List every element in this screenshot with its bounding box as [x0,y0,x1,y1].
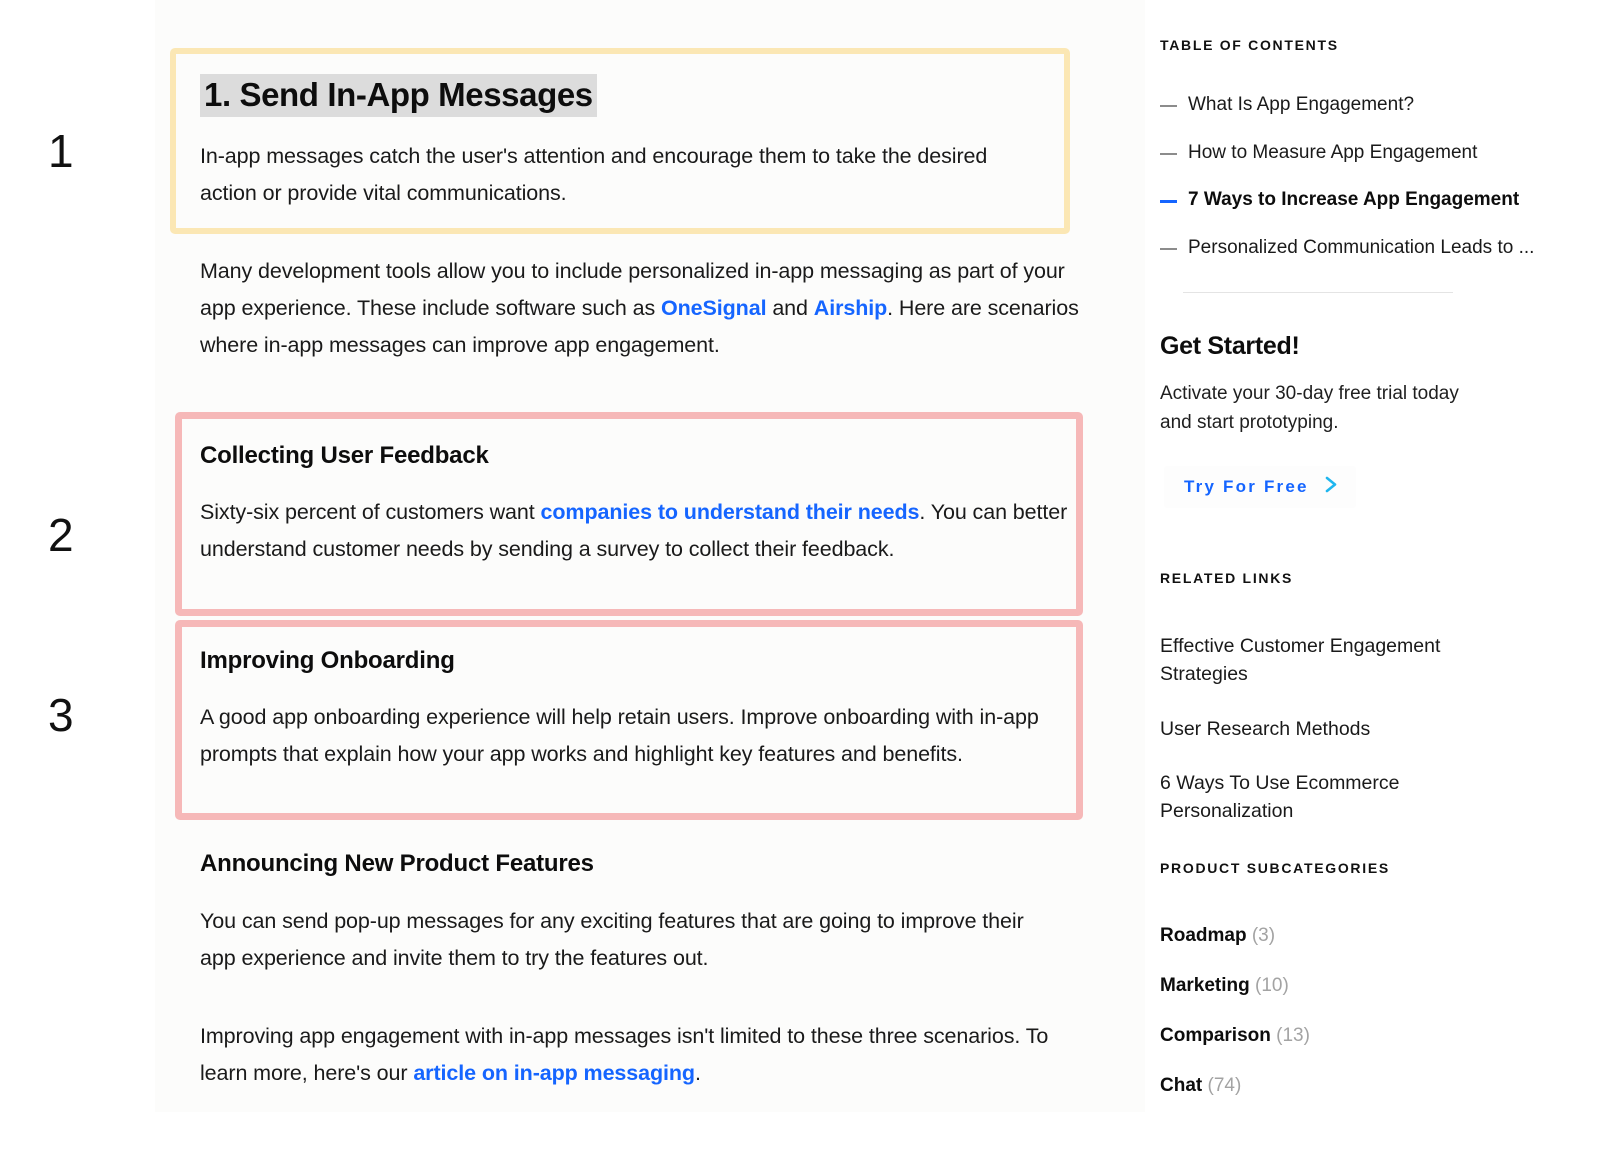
related-link-item[interactable]: User Research Methods [1160,715,1460,743]
paragraph-text: You can send pop-up messages for any exc… [200,909,1024,970]
paragraph-announcing-new-product-features: You can send pop-up messages for any exc… [200,903,1030,977]
section-heading-collecting-user-feedback: Collecting User Feedback [200,440,1040,471]
toc-item-how-to-measure-app-engagement[interactable]: How to Measure App Engagement [1160,140,1534,166]
related-link-item[interactable]: 6 Ways To Use Ecommerce Personalization [1160,769,1460,826]
chevron-right-icon [1323,475,1340,499]
dash-icon-active [1160,200,1177,204]
paragraph-collecting-user-feedback: Sixty-six percent of customers want comp… [200,494,1085,568]
subcategory-name: Comparison [1160,1025,1271,1046]
paragraph-text-part: Sixty-six percent of customers want [200,500,541,524]
link-onesignal[interactable]: OneSignal [661,296,767,320]
paragraph-in-app-messages-intro: In-app messages catch the user's attenti… [200,138,1040,212]
section-heading-send-in-app-messages: 1. Send In-App Messages [200,74,1060,117]
subcategory-item-marketing[interactable]: Marketing (10) [1160,975,1310,997]
try-for-free-button[interactable]: Try For Free [1164,466,1356,508]
product-subcategories-list: Roadmap (3) Marketing (10) Comparison (1… [1160,925,1310,1125]
heading-text: Announcing New Product Features [200,850,594,877]
paragraph-development-tools: Many development tools allow you to incl… [200,253,1080,364]
toc-item-label: How to Measure App Engagement [1188,141,1478,163]
subcategory-count: (3) [1251,925,1276,946]
subcategory-count: (10) [1255,975,1289,996]
paragraph-improving-onboarding: A good app onboarding experience will he… [200,699,1085,773]
subcategory-item-comparison[interactable]: Comparison (13) [1160,1025,1310,1047]
heading-text: Collecting User Feedback [200,442,489,469]
dash-icon [1160,152,1177,155]
sidebar-divider [1183,292,1453,293]
sidebar: Table of Contents What Is App Engagement… [1160,0,1560,1170]
dash-icon [1160,247,1177,250]
subcategory-item-chat[interactable]: Chat (74) [1160,1075,1310,1097]
get-started-title: Get Started! [1160,332,1300,360]
subcategory-count: (74) [1207,1075,1242,1096]
annotation-marker-2: 2 [48,509,74,561]
link-article-on-in-app-messaging[interactable]: article on in-app messaging [413,1061,695,1085]
paragraph-text-part: and [766,295,814,320]
try-for-free-button-wrap: Try For Free [1164,466,1356,508]
subcategory-item-roadmap[interactable]: Roadmap (3) [1160,925,1310,947]
annotation-marker-3: 3 [48,689,74,741]
link-airship[interactable]: Airship [814,296,887,320]
get-started-panel: Get Started! Activate your 30-day free t… [1160,332,1490,437]
try-for-free-label: Try For Free [1184,477,1309,496]
toc-item-7-ways-to-increase-app-engagement[interactable]: 7 Ways to Increase App Engagement [1160,187,1534,213]
heading-highlighted-text: 1. Send In-App Messages [200,74,597,117]
section-heading-announcing-new-product-features: Announcing New Product Features [200,848,1040,879]
dash-icon [1160,105,1177,107]
subcategory-name: Marketing [1160,975,1250,996]
table-of-contents-label: Table of Contents [1160,37,1339,53]
paragraph-text-part: . [694,1060,701,1085]
related-links-list: Effective Customer Engagement Strategies… [1160,632,1460,851]
related-link-item[interactable]: Effective Customer Engagement Strategies [1160,632,1460,689]
product-subcategories-label: Product Subcategories [1160,860,1390,876]
related-links-label: Related Links [1160,570,1294,586]
toc-item-label: Personalized Communication Leads to ... [1188,236,1535,258]
toc-item-label: 7 Ways to Increase App Engagement [1188,189,1520,211]
subcategory-name: Chat [1160,1075,1203,1096]
toc-item-personalized-communication[interactable]: Personalized Communication Leads to ... [1160,235,1534,261]
link-companies-to-understand-their-needs[interactable]: companies to understand their needs [541,500,920,524]
subcategory-name: Roadmap [1160,925,1247,946]
table-of-contents: What Is App Engagement? How to Measure A… [1160,92,1534,283]
paragraph-text: In-app messages catch the user's attenti… [200,144,988,205]
page-root: 1 2 3 1. Send In-App Messages In-app mes… [0,0,1600,1170]
heading-text: Improving Onboarding [200,647,455,674]
annotation-marker-1: 1 [48,125,74,177]
get-started-text: Activate your 30-day free trial today an… [1160,383,1459,433]
paragraph-closing: Improving app engagement with in-app mes… [200,1018,1060,1092]
subcategory-count: (13) [1276,1025,1310,1046]
section-heading-improving-onboarding: Improving Onboarding [200,645,1040,676]
paragraph-text: A good app onboarding experience will he… [200,705,1039,766]
toc-item-what-is-app-engagement[interactable]: What Is App Engagement? [1160,92,1534,118]
toc-item-label: What Is App Engagement? [1188,94,1415,115]
